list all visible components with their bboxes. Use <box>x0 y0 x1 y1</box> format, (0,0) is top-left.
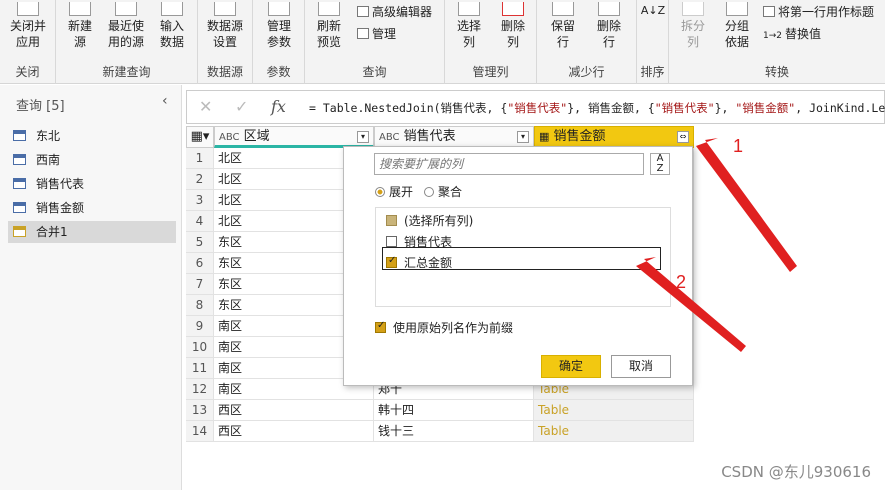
annotation-arrows <box>636 138 797 352</box>
annotation-label-2: 2 <box>676 272 687 292</box>
annotation-arrow-2 <box>636 257 746 352</box>
annotation-label-1: 1 <box>733 136 744 156</box>
watermark: CSDN @东儿930616 <box>721 463 871 481</box>
annotation-arrow-1 <box>696 138 797 272</box>
